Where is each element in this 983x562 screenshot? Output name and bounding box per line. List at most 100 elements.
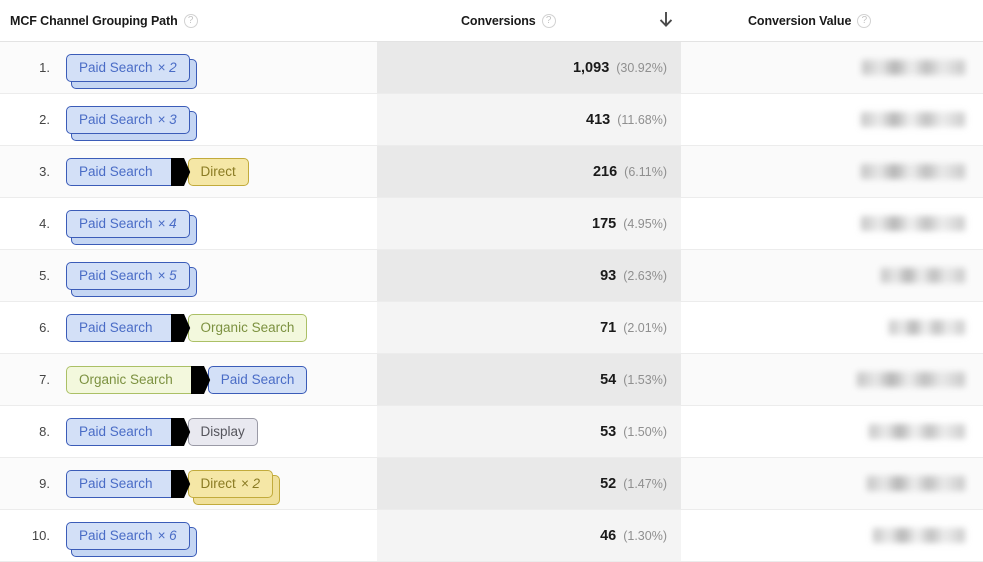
channel-chip-multiplier: × 2 [157,60,177,75]
table-row[interactable]: 3. Paid Search Direct 216 (6.11%) [0,146,983,198]
conversions-count: 1,093 [572,59,610,76]
channel-chip-body: Organic Search [66,365,199,394]
channel-chip-multiplier: × 4 [157,216,177,231]
channel-chip-paid-search[interactable]: Paid Search × 2 [66,53,197,89]
conversion-value-cell [681,510,983,561]
channel-chip-multiplier: × 5 [157,268,177,283]
channel-chip-paid-search[interactable]: Paid Search × 3 [66,105,197,141]
channel-chip-display[interactable]: Display [187,417,258,446]
conversion-value-cell [681,42,983,93]
table-row[interactable]: 4. Paid Search × 4 175 (4.95%) [0,198,983,250]
table-row[interactable]: 10. Paid Search × 6 46 (1.30%) [0,510,983,562]
table-row[interactable]: 5. Paid Search × 5 93 (2.63%) [0,250,983,302]
row-index: 1. [39,60,50,75]
conversions-percent: (1.53%) [623,372,667,387]
redacted-conversion-value [869,424,965,439]
conversion-value-cell [681,458,983,509]
row-index: 5. [39,268,50,283]
channel-chip-multiplier: × 6 [157,528,177,543]
conversions-count: 54 [600,371,617,388]
table-row[interactable]: 6. Paid Search Organic Search 71 (2.01%) [0,302,983,354]
channel-name: Paid Search [79,476,153,491]
channel-name: Paid Search [79,268,153,283]
channel-chip-body: Paid Search × 2 [66,53,190,82]
table-body: 1. Paid Search × 2 1,093 (30.92%) 2. Paid Sear… [0,42,983,562]
conversions-cell: 216 (6.11%) [377,163,667,181]
channel-chip-paid-search[interactable]: Paid Search [207,365,308,394]
channel-chip-body: Paid Search × 4 [66,209,190,238]
column-header-conversions[interactable]: Conversions ? [461,0,556,42]
conversion-path-cell: Organic Search Paid Search [66,365,373,394]
conversion-value-cell [681,94,983,145]
conversions-cell: 71 (2.01%) [377,319,667,337]
conversions-cell: 53 (1.50%) [377,423,667,441]
help-icon-conversions[interactable]: ? [541,14,556,28]
channel-chip-body: Paid Search [66,469,179,498]
channel-chip-paid-search[interactable]: Paid Search [66,313,190,342]
redacted-conversion-value [889,320,965,335]
conversion-value-cell [681,406,983,457]
channel-name: Paid Search [220,372,295,387]
conversion-value-cell [681,198,983,249]
table-row[interactable]: 9. Paid Search Direct × 2 52 (1.47%) [0,458,983,510]
help-icon-path[interactable]: ? [183,14,198,28]
path-step-arrow-icon [170,417,190,446]
table-row[interactable]: 8. Paid Search Display 53 (1.50%) [0,406,983,458]
conversions-percent: (30.92%) [616,60,667,75]
redacted-conversion-value [857,372,965,387]
column-header-label-conversions: Conversions [461,14,536,28]
channel-chip-multiplier: × 2 [240,476,260,491]
channel-chip-paid-search[interactable]: Paid Search [66,417,190,446]
sort-indicator-conversions[interactable] [652,0,680,42]
channel-chip-body: Direct × 2 [187,469,273,498]
channel-chip-paid-search[interactable]: Paid Search × 5 [66,261,197,297]
row-index: 7. [39,372,50,387]
conversion-path-cell: Paid Search × 4 [66,209,373,245]
table-row[interactable]: 7. Organic Search Paid Search 54 (1.53%) [0,354,983,406]
channel-chip-body: Paid Search [66,313,179,342]
path-step-arrow-icon [170,469,190,498]
redacted-conversion-value [867,476,965,491]
channel-chip-paid-search[interactable]: Paid Search × 4 [66,209,197,245]
channel-chip-body: Paid Search × 6 [66,521,190,550]
help-icon-conversion-value[interactable]: ? [857,14,872,28]
conversions-cell: 1,093 (30.92%) [377,59,667,77]
table-row[interactable]: 2. Paid Search × 3 413 (11.68%) [0,94,983,146]
column-header-label-path: MCF Channel Grouping Path [10,14,178,28]
channel-chip-body: Display [187,417,258,446]
conversions-count: 413 [586,111,611,128]
redacted-conversion-value [861,112,965,127]
redacted-conversion-value [862,60,965,75]
conversion-path-cell: Paid Search Direct × 2 [66,469,373,505]
channel-name: Paid Search [79,320,153,335]
conversions-cell: 413 (11.68%) [377,111,667,129]
channel-name: Direct [200,476,236,491]
channel-chip-paid-search[interactable]: Paid Search [66,469,190,498]
conversions-percent: (6.11%) [624,164,667,179]
conversions-cell: 52 (1.47%) [377,475,667,493]
channel-chip-paid-search[interactable]: Paid Search × 6 [66,521,197,557]
column-header-conversion-value[interactable]: Conversion Value ? [748,0,872,42]
conversion-value-cell [681,250,983,301]
conversions-count: 52 [600,475,617,492]
column-header-mcf-channel-grouping-path[interactable]: MCF Channel Grouping Path ? [10,0,198,42]
table-row[interactable]: 1. Paid Search × 2 1,093 (30.92%) [0,42,983,94]
channel-chip-paid-search[interactable]: Paid Search [66,157,190,186]
channel-name: Paid Search [79,112,153,127]
conversions-cell: 175 (4.95%) [377,215,667,233]
row-index: 3. [39,164,50,179]
conversions-count: 175 [592,215,617,232]
channel-chip-organic-search[interactable]: Organic Search [187,313,308,342]
channel-chip-direct[interactable]: Direct [187,157,249,186]
channel-chip-body: Paid Search [66,157,179,186]
mcf-top-conversion-paths-table: MCF Channel Grouping Path ? Conversions … [0,0,983,562]
conversion-path-cell: Paid Search × 5 [66,261,373,297]
redacted-conversion-value [881,268,965,283]
channel-chip-direct[interactable]: Direct × 2 [187,469,281,505]
path-step-arrow-icon [190,365,210,394]
channel-chip-organic-search[interactable]: Organic Search [66,365,210,394]
conversion-value-cell [681,354,983,405]
conversions-count: 46 [600,527,617,544]
channel-chip-multiplier: × 3 [157,112,177,127]
conversions-count: 93 [600,267,617,284]
